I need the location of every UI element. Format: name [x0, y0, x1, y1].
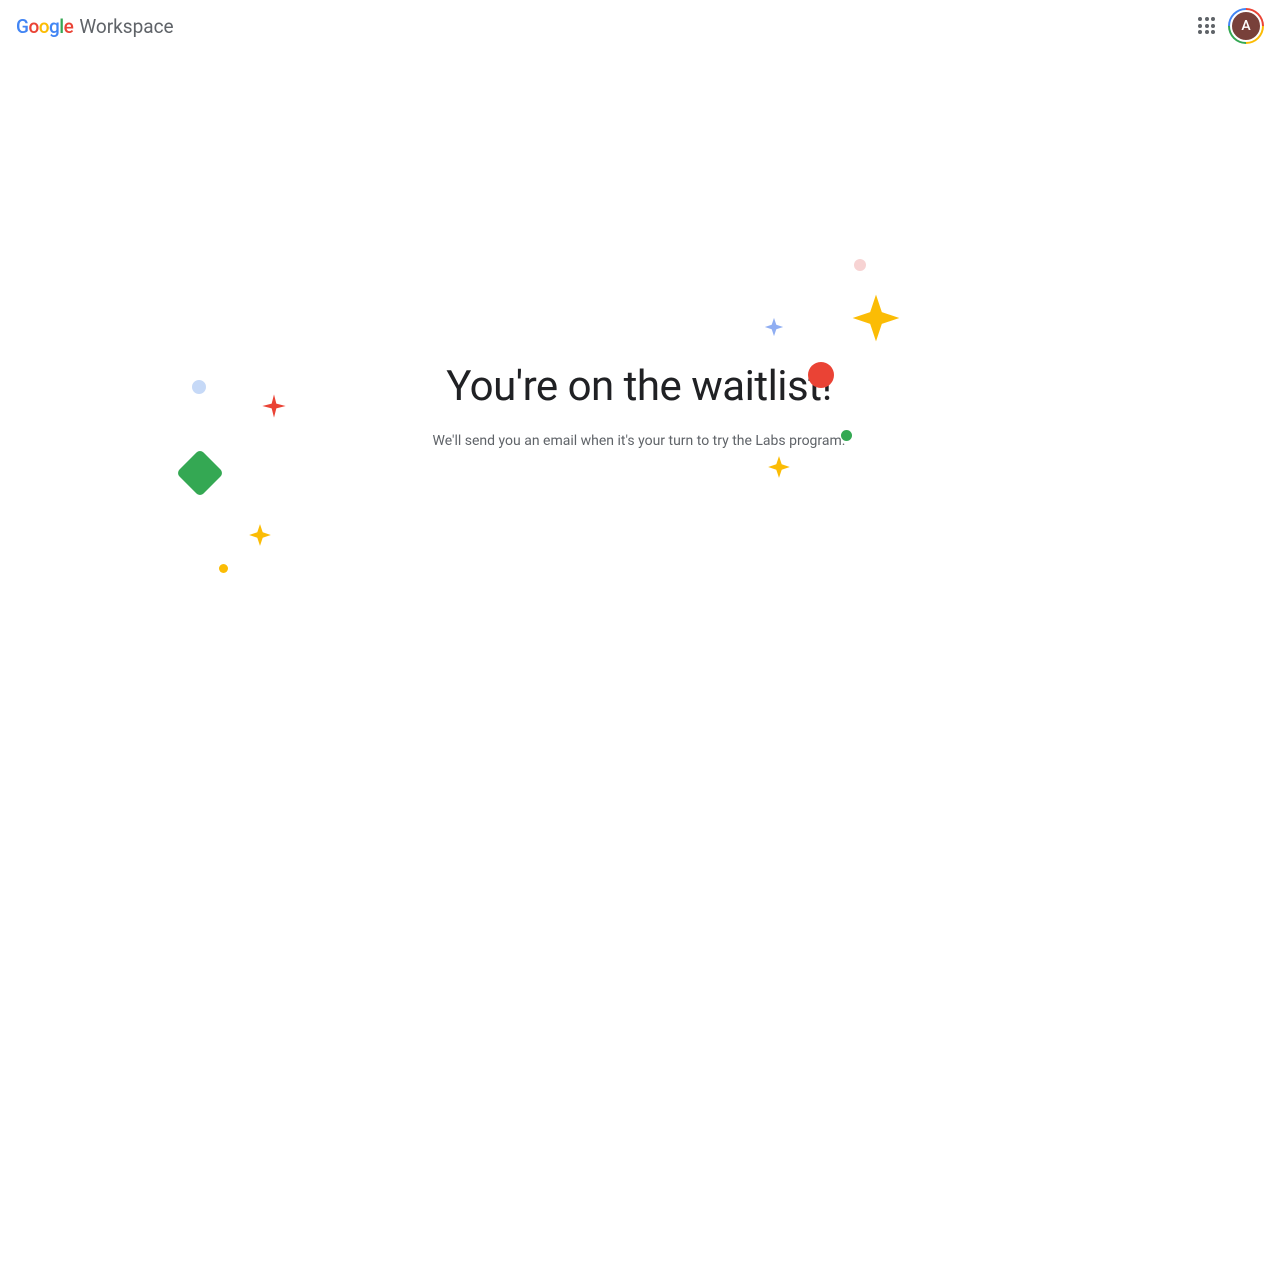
sparkle-icon	[763, 316, 785, 338]
account-avatar[interactable]: A	[1230, 10, 1262, 42]
decoration-circle	[192, 380, 206, 394]
apps-launcher-icon[interactable]	[1198, 17, 1216, 35]
header-actions: A	[1198, 10, 1262, 42]
sparkle-icon	[260, 392, 288, 420]
sparkle-icon	[848, 290, 904, 346]
decoration-circle	[219, 564, 228, 573]
avatar-initial: A	[1230, 10, 1262, 42]
page-subtitle: We'll send you an email when it's your t…	[0, 433, 1278, 449]
google-logo-text: Google	[16, 15, 73, 38]
decoration-circle	[808, 362, 834, 388]
decoration-circle	[841, 430, 852, 441]
workspace-text: Workspace	[79, 15, 173, 38]
header: Google Workspace A	[0, 0, 1278, 52]
sparkle-icon	[766, 454, 792, 480]
main-content: You're on the waitlist! We'll send you a…	[0, 52, 1278, 449]
google-workspace-logo[interactable]: Google Workspace	[16, 15, 174, 38]
sparkle-icon	[247, 522, 273, 548]
decoration-diamond	[176, 449, 224, 497]
decoration-circle	[854, 259, 866, 271]
